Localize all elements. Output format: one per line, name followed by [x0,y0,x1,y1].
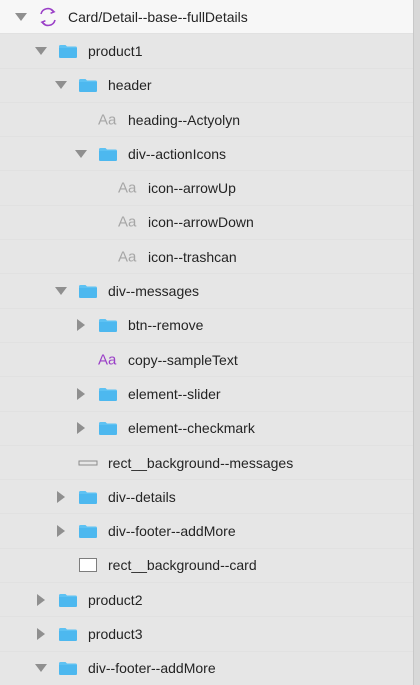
layer-name: copy--sampleText [128,351,238,368]
folder-icon [98,420,118,436]
scrollbar[interactable] [414,0,420,685]
folder-icon [98,317,118,333]
refresh-symbol-icon [38,7,58,27]
layer-name: header [108,77,152,94]
layer-name: rect__background--card [108,557,257,574]
layer-name: div--actionIcons [128,145,227,162]
layer-row-root[interactable]: Card/Detail--base--fullDetails [0,0,413,35]
layer-row[interactable]: product3 [0,617,413,652]
text-style-icon: Aa [98,351,117,369]
disclosure-collapsed-icon[interactable] [74,318,88,332]
folder-icon [58,660,78,676]
layer-row[interactable]: Aa icon--arrowDown [0,205,413,241]
layers-panel: Card/Detail--base--fullDetails product1 he… [0,0,414,685]
layer-name: div--messages [108,283,200,300]
layer-name: heading--Actyolyn [128,111,241,128]
folder-icon [78,523,98,539]
disclosure-collapsed-icon[interactable] [54,524,68,538]
layer-row[interactable]: rect__background--card [0,548,413,584]
layer-row[interactable]: header [0,68,413,103]
layer-row[interactable]: element--slider [0,377,413,412]
layer-row[interactable]: rect__background--messages [0,445,413,481]
layer-name: product2 [88,591,143,608]
layer-name: product1 [88,42,143,59]
layer-row[interactable]: div--details [0,480,413,515]
layer-row[interactable]: product1 [0,34,413,69]
layer-row[interactable]: product2 [0,583,413,618]
layer-row[interactable]: Aa icon--arrowUp [0,171,413,206]
layer-name: element--checkmark [128,420,255,437]
layer-name: product3 [88,625,143,642]
thin-rectangle-icon [78,458,98,468]
disclosure-expanded-icon[interactable] [54,284,68,298]
folder-icon [58,43,78,59]
disclosure-expanded-icon[interactable] [34,44,48,58]
folder-icon [58,626,78,642]
layer-row[interactable]: div--footer--addMore [0,651,413,685]
layer-name: rect__background--messages [108,454,294,471]
folder-icon [78,77,98,93]
layer-name: element--slider [128,385,221,402]
folder-icon [98,146,118,162]
folder-icon [58,592,78,608]
disclosure-collapsed-icon[interactable] [74,421,88,435]
layer-row[interactable]: Aa copy--sampleText [0,342,413,378]
text-layer-icon: Aa [98,111,117,129]
layer-row[interactable]: div--messages [0,274,413,309]
disclosure-expanded-icon[interactable] [34,661,48,675]
text-layer-icon: Aa [118,248,137,266]
text-layer-icon: Aa [118,213,137,231]
disclosure-collapsed-icon[interactable] [34,627,48,641]
layer-row[interactable]: div--actionIcons [0,137,413,172]
disclosure-collapsed-icon[interactable] [74,387,88,401]
layer-name: div--footer--addMore [108,523,236,540]
disclosure-collapsed-icon[interactable] [34,593,48,607]
text-layer-icon: Aa [118,179,137,197]
disclosure-collapsed-icon[interactable] [54,490,68,504]
disclosure-expanded-icon[interactable] [74,147,88,161]
disclosure-expanded-icon[interactable] [14,10,28,24]
disclosure-expanded-icon[interactable] [54,78,68,92]
layer-row[interactable]: Aa icon--trashcan [0,240,413,275]
layer-row[interactable]: element--checkmark [0,411,413,446]
folder-icon [78,489,98,505]
layer-name: icon--arrowUp [148,180,236,197]
folder-icon [98,386,118,402]
layer-name: div--footer--addMore [88,660,216,677]
layer-name: Card/Detail--base--fullDetails [68,8,248,25]
layer-row[interactable]: btn--remove [0,308,413,343]
layer-row[interactable]: div--footer--addMore [0,514,413,549]
layer-row[interactable]: Aa heading--Actyolyn [0,102,413,138]
layer-name: btn--remove [128,317,204,334]
folder-icon [78,283,98,299]
layer-name: icon--arrowDown [148,214,254,231]
layer-name: div--details [108,488,176,505]
rectangle-icon [78,557,98,573]
layer-name: icon--trashcan [148,248,237,265]
